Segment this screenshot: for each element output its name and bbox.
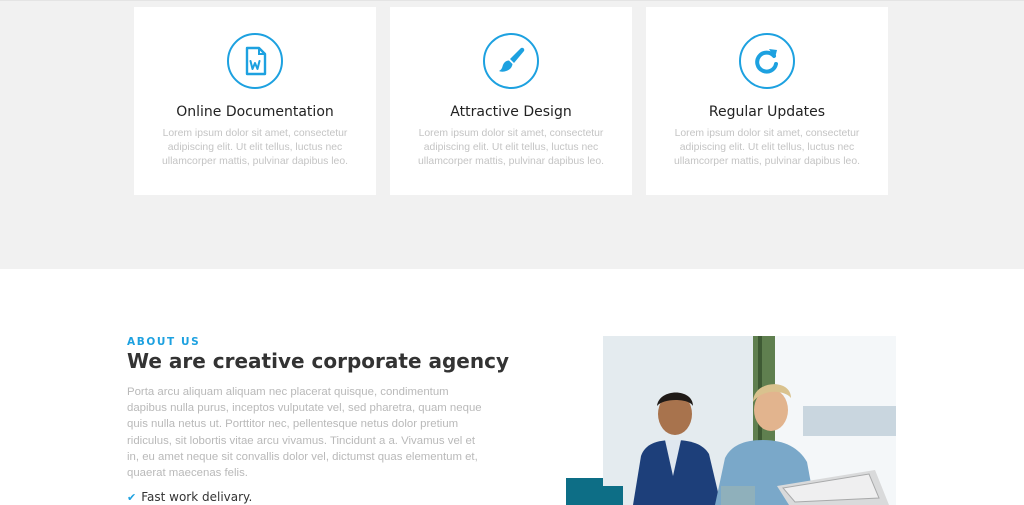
about-paragraph: Porta arcu aliquam aliquam nec placerat … — [127, 386, 482, 480]
checklist-item: ✔ Fast work delivary. — [127, 490, 252, 504]
features-section: Online Documentation Lorem ipsum dolor s… — [0, 0, 1024, 269]
feature-card-documentation: Online Documentation Lorem ipsum dolor s… — [134, 7, 376, 195]
feature-title: Regular Updates — [708, 104, 826, 120]
refresh-icon-glyph — [755, 49, 778, 74]
feature-description: Lorem ipsum dolor sit amet, consectetur … — [674, 128, 860, 167]
about-heading: We are creative corporate agency — [127, 349, 509, 373]
feature-title: Online Documentation — [176, 104, 334, 120]
document-word-icon — [227, 33, 283, 89]
business-meeting-illustration — [603, 336, 896, 505]
feature-title: Attractive Design — [450, 104, 572, 120]
about-section: ABOUT US We are creative corporate agenc… — [0, 269, 1024, 505]
paint-brush-icon — [483, 33, 539, 89]
feature-card-design: Attractive Design Lorem ipsum dolor sit … — [390, 7, 632, 195]
decorative-block — [566, 478, 603, 505]
paint-brush-icon-glyph — [499, 47, 525, 72]
refresh-icon — [739, 33, 795, 89]
feature-description: Lorem ipsum dolor sit amet, consectetur … — [418, 128, 604, 167]
business-meeting-photo — [603, 336, 896, 505]
checklist-item-label: Fast work delivary. — [141, 490, 253, 504]
about-eyebrow: ABOUT US — [127, 336, 201, 348]
check-icon: ✔ — [127, 491, 137, 504]
feature-card-updates: Regular Updates Lorem ipsum dolor sit am… — [646, 7, 888, 195]
feature-description: Lorem ipsum dolor sit amet, consectetur … — [162, 128, 348, 167]
document-word-icon-glyph — [245, 46, 267, 76]
